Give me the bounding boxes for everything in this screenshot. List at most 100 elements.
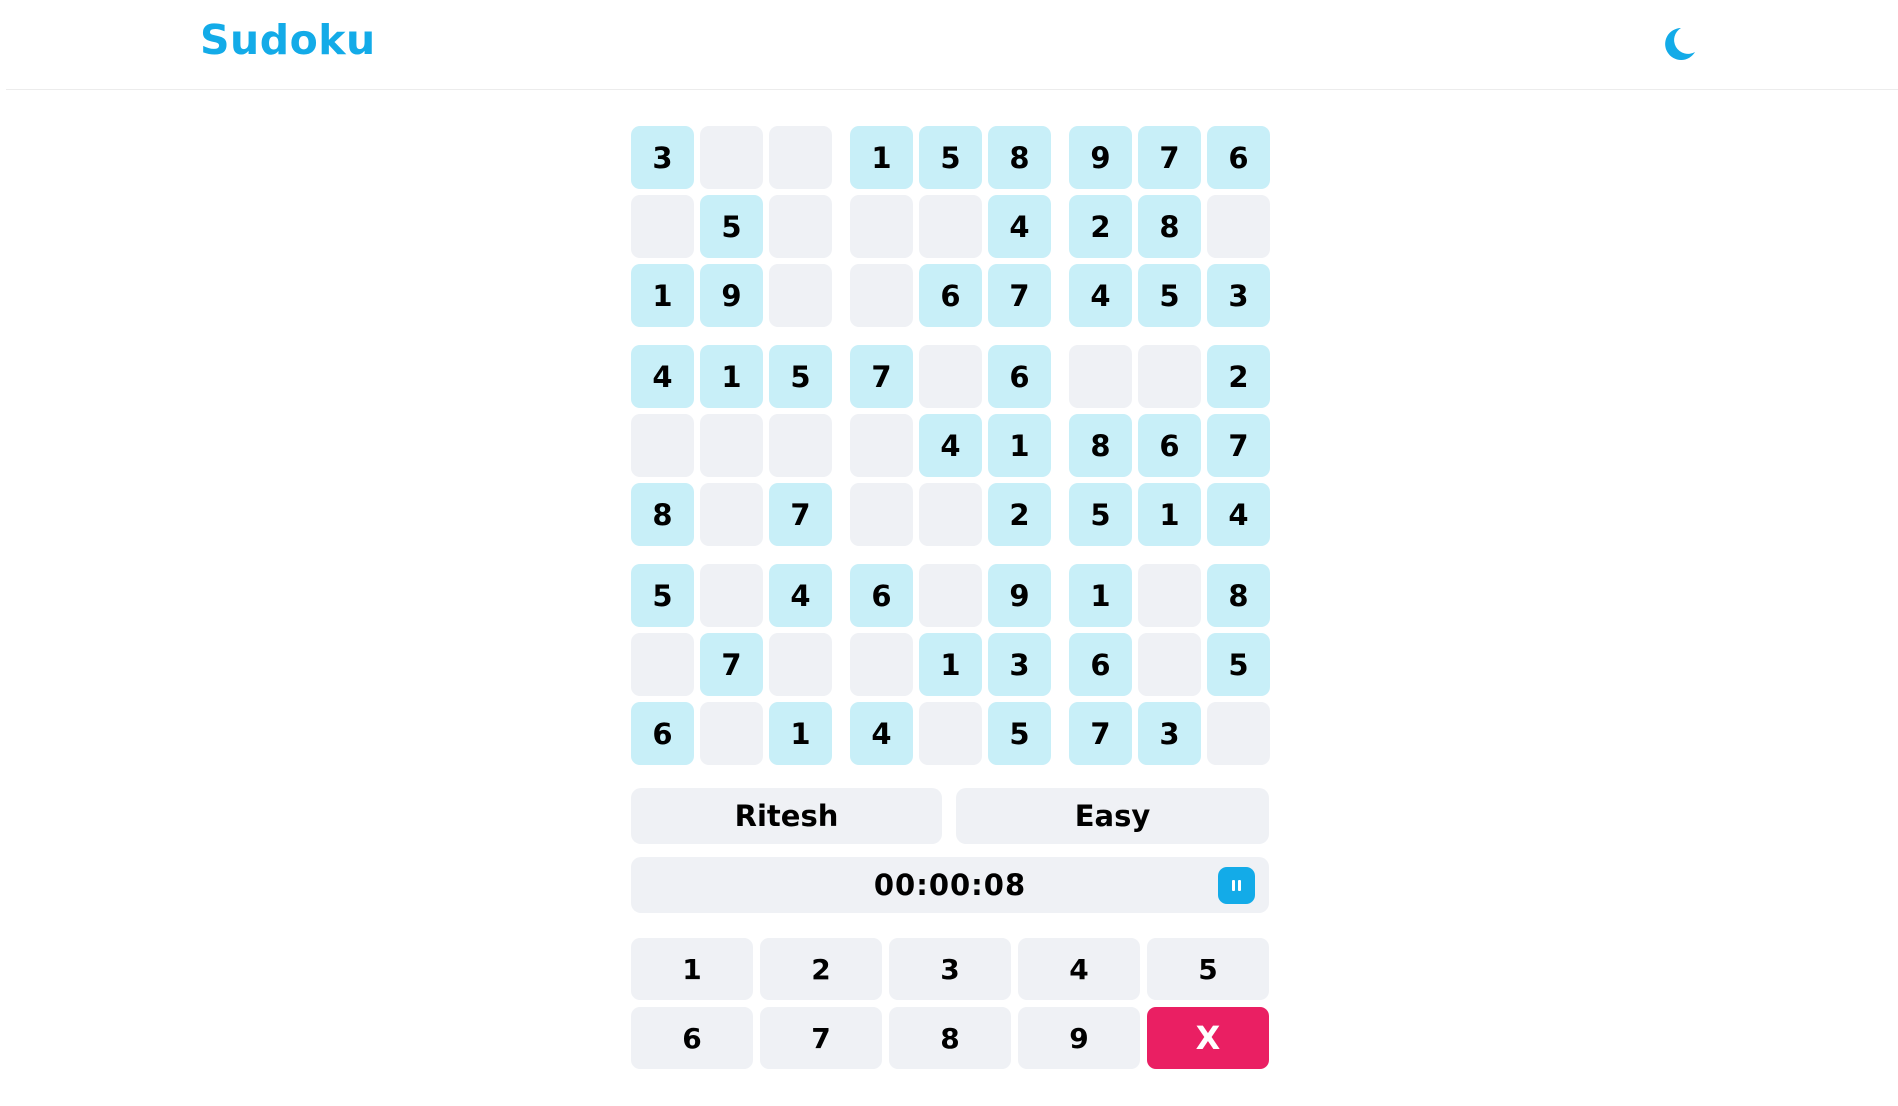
board-cell[interactable]: 9 [1069, 126, 1132, 189]
erase-button[interactable]: X [1147, 1007, 1269, 1069]
board-cell[interactable] [1138, 345, 1201, 408]
board-cell[interactable] [769, 264, 832, 327]
number-key[interactable]: 2 [760, 938, 882, 1000]
difficulty-label[interactable]: Easy [956, 788, 1269, 844]
board-cell[interactable] [700, 126, 763, 189]
number-key[interactable]: 4 [1018, 938, 1140, 1000]
board-cell[interactable]: 1 [631, 264, 694, 327]
number-key[interactable]: 9 [1018, 1007, 1140, 1069]
board-cell[interactable]: 5 [631, 564, 694, 627]
board-cell[interactable] [631, 633, 694, 696]
board-cell[interactable]: 8 [631, 483, 694, 546]
board-cell[interactable]: 3 [988, 633, 1051, 696]
board-cell[interactable]: 5 [769, 345, 832, 408]
board-cell[interactable]: 3 [1138, 702, 1201, 765]
board-cell[interactable]: 5 [1069, 483, 1132, 546]
board-cell[interactable]: 1 [850, 126, 913, 189]
board-cell[interactable]: 5 [988, 702, 1051, 765]
board-cell[interactable]: 1 [919, 633, 982, 696]
number-pad: X 12345 6789 [631, 938, 1269, 1069]
board-cell[interactable] [769, 633, 832, 696]
board-cell[interactable] [700, 414, 763, 477]
board-cell[interactable]: 5 [700, 195, 763, 258]
board-cell[interactable] [850, 633, 913, 696]
board-cell[interactable] [919, 195, 982, 258]
board-cell[interactable]: 8 [1207, 564, 1270, 627]
board-cell[interactable]: 8 [1069, 414, 1132, 477]
number-key[interactable]: 3 [889, 938, 1011, 1000]
board-cell[interactable]: 4 [919, 414, 982, 477]
board-cell[interactable]: 7 [769, 483, 832, 546]
board-cell[interactable]: 4 [1069, 264, 1132, 327]
board-cell[interactable]: 6 [1138, 414, 1201, 477]
board-cell[interactable] [850, 264, 913, 327]
board-cell[interactable] [769, 414, 832, 477]
board-cell[interactable] [919, 702, 982, 765]
board-cell[interactable] [1138, 633, 1201, 696]
board-cell[interactable]: 7 [1069, 702, 1132, 765]
board-cell[interactable]: 1 [1138, 483, 1201, 546]
pause-button[interactable] [1218, 867, 1255, 904]
board-cell[interactable]: 6 [1207, 126, 1270, 189]
board-cell[interactable]: 2 [988, 483, 1051, 546]
board-cell[interactable]: 4 [988, 195, 1051, 258]
board-cell[interactable]: 3 [1207, 264, 1270, 327]
board-cell[interactable]: 6 [919, 264, 982, 327]
number-key[interactable]: 6 [631, 1007, 753, 1069]
board-cell[interactable] [919, 345, 982, 408]
board-cell[interactable] [919, 564, 982, 627]
board-cell[interactable] [1069, 345, 1132, 408]
moon-icon[interactable] [1657, 22, 1701, 66]
board-cell[interactable]: 2 [1207, 345, 1270, 408]
board-cell[interactable]: 2 [1069, 195, 1132, 258]
board-cell[interactable]: 4 [631, 345, 694, 408]
board-cell[interactable]: 5 [1207, 633, 1270, 696]
board-cell[interactable]: 6 [988, 345, 1051, 408]
board-cell[interactable]: 1 [700, 345, 763, 408]
board-cell[interactable]: 4 [1207, 483, 1270, 546]
board-cell[interactable]: 9 [988, 564, 1051, 627]
board-cell[interactable]: 4 [850, 702, 913, 765]
board-cell[interactable] [1207, 702, 1270, 765]
board-cell[interactable]: 6 [631, 702, 694, 765]
board-cell[interactable] [850, 483, 913, 546]
number-key[interactable]: 7 [760, 1007, 882, 1069]
board-cell[interactable] [631, 414, 694, 477]
number-key[interactable]: 5 [1147, 938, 1269, 1000]
board-cell[interactable] [700, 483, 763, 546]
board-cell[interactable] [1207, 195, 1270, 258]
board-cell[interactable]: 5 [1138, 264, 1201, 327]
board-cell[interactable] [919, 483, 982, 546]
app-header: Sudoku [6, 0, 1898, 90]
sudoku-board: 3158976542819674534157624186787251454691… [631, 126, 1270, 765]
board-cell[interactable]: 7 [850, 345, 913, 408]
board-cell[interactable]: 1 [988, 414, 1051, 477]
board-cell[interactable] [631, 195, 694, 258]
board-cell[interactable]: 3 [631, 126, 694, 189]
player-name: Ritesh [631, 788, 942, 844]
board-cell[interactable]: 7 [1138, 126, 1201, 189]
board-cell[interactable] [700, 564, 763, 627]
board-cell[interactable] [769, 126, 832, 189]
board-cell[interactable]: 4 [769, 564, 832, 627]
board-cell[interactable]: 1 [1069, 564, 1132, 627]
board-cell[interactable]: 8 [1138, 195, 1201, 258]
number-key[interactable]: 8 [889, 1007, 1011, 1069]
game-info: Ritesh Easy [631, 788, 1269, 844]
board-cell[interactable] [850, 414, 913, 477]
board-cell[interactable]: 7 [700, 633, 763, 696]
board-cell[interactable]: 1 [769, 702, 832, 765]
board-cell[interactable] [700, 702, 763, 765]
board-cell[interactable]: 7 [1207, 414, 1270, 477]
app-title[interactable]: Sudoku [200, 16, 376, 64]
board-cell[interactable]: 5 [919, 126, 982, 189]
board-cell[interactable]: 7 [988, 264, 1051, 327]
board-cell[interactable]: 6 [850, 564, 913, 627]
board-cell[interactable] [769, 195, 832, 258]
number-key[interactable]: 1 [631, 938, 753, 1000]
board-cell[interactable]: 9 [700, 264, 763, 327]
board-cell[interactable]: 6 [1069, 633, 1132, 696]
board-cell[interactable]: 8 [988, 126, 1051, 189]
board-cell[interactable] [850, 195, 913, 258]
board-cell[interactable] [1138, 564, 1201, 627]
